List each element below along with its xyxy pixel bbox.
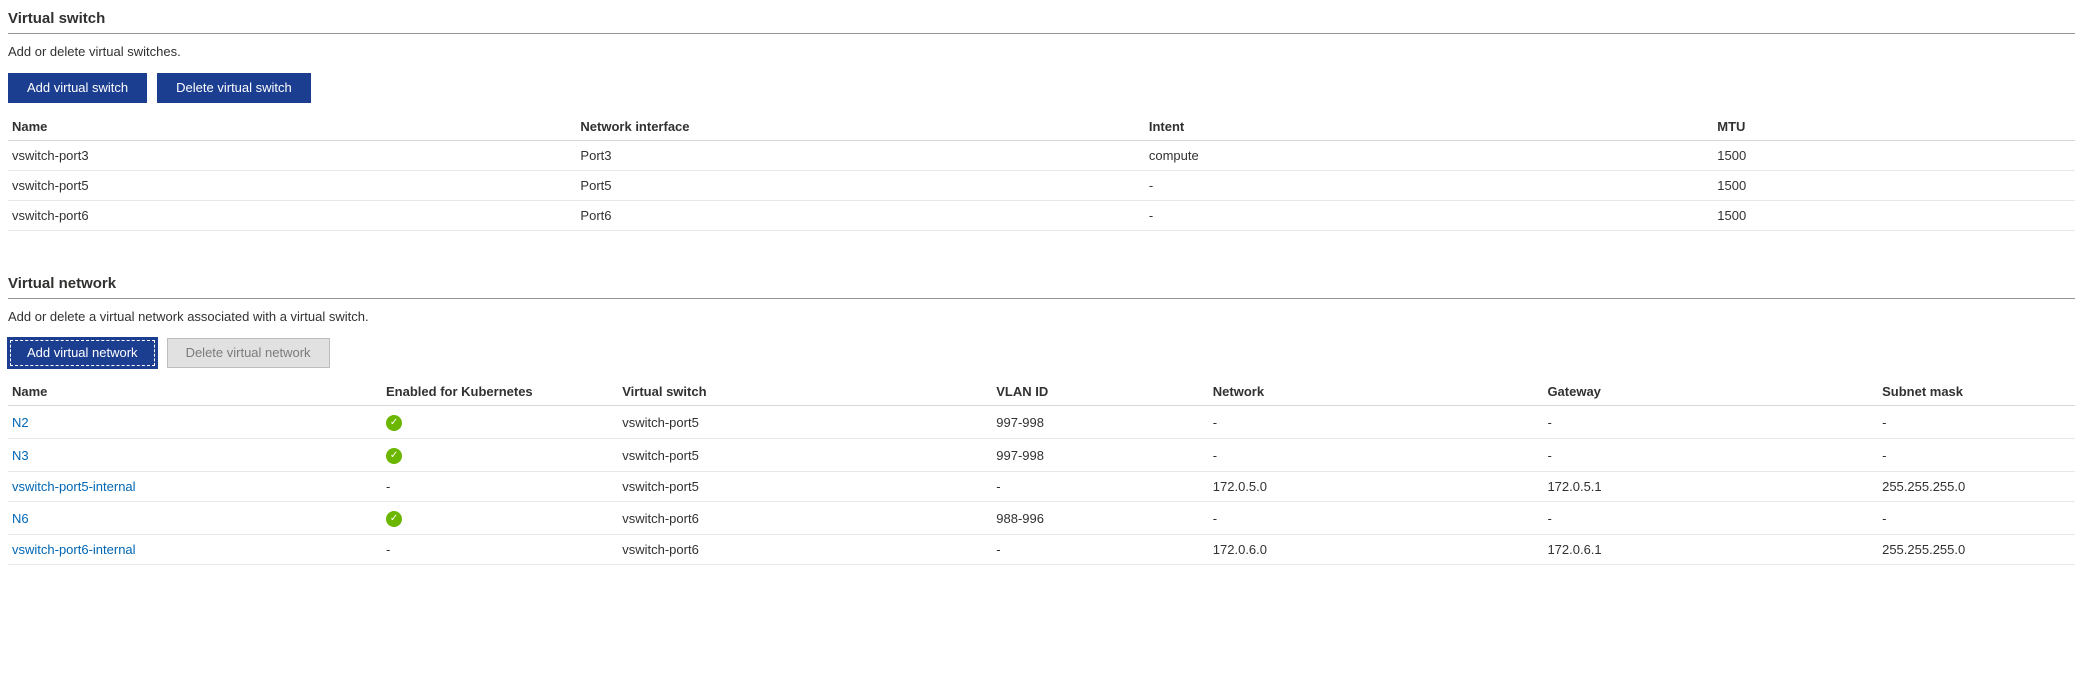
- vnet-link[interactable]: vswitch-port6-internal: [12, 542, 136, 557]
- vswitch-col-nif[interactable]: Network interface: [576, 113, 1144, 141]
- cell-mtu: 1500: [1713, 201, 2075, 231]
- cell-gateway: -: [1543, 439, 1878, 472]
- cell-vswitch: vswitch-port5: [618, 472, 992, 502]
- virtual-network-table: Name Enabled for Kubernetes Virtual swit…: [8, 378, 2075, 565]
- delete-virtual-network-button: Delete virtual network: [167, 338, 330, 368]
- check-icon: [386, 511, 402, 527]
- vswitch-col-mtu[interactable]: MTU: [1713, 113, 2075, 141]
- cell-gateway: 172.0.6.1: [1543, 535, 1878, 565]
- cell-mask: -: [1878, 502, 2075, 535]
- cell-gateway: 172.0.5.1: [1543, 472, 1878, 502]
- cell-intent: -: [1145, 201, 1713, 231]
- check-icon: [386, 415, 402, 431]
- virtual-switch-heading: Virtual switch: [8, 6, 2075, 34]
- cell-name: N2: [8, 406, 382, 439]
- cell-nif: Port6: [576, 201, 1144, 231]
- vnet-link[interactable]: N2: [12, 415, 29, 430]
- vnet-link[interactable]: N3: [12, 448, 29, 463]
- cell-gateway: -: [1543, 406, 1878, 439]
- cell-intent: -: [1145, 171, 1713, 201]
- cell-vlan: -: [992, 472, 1209, 502]
- cell-gateway: -: [1543, 502, 1878, 535]
- table-row[interactable]: N2vswitch-port5997-998---: [8, 406, 2075, 439]
- cell-network: 172.0.6.0: [1209, 535, 1544, 565]
- cell-vswitch: vswitch-port5: [618, 406, 992, 439]
- vnet-col-k8s[interactable]: Enabled for Kubernetes: [382, 378, 618, 406]
- cell-k8s: [382, 502, 618, 535]
- cell-nif: Port3: [576, 141, 1144, 171]
- virtual-network-description: Add or delete a virtual network associat…: [8, 309, 2075, 324]
- virtual-switch-description: Add or delete virtual switches.: [8, 44, 2075, 59]
- table-row[interactable]: vswitch-port5Port5-1500: [8, 171, 2075, 201]
- table-row[interactable]: N6vswitch-port6988-996---: [8, 502, 2075, 535]
- cell-nif: Port5: [576, 171, 1144, 201]
- vnet-link[interactable]: vswitch-port5-internal: [12, 479, 136, 494]
- cell-mtu: 1500: [1713, 141, 2075, 171]
- table-row[interactable]: vswitch-port3Port3compute1500: [8, 141, 2075, 171]
- add-virtual-switch-button[interactable]: Add virtual switch: [8, 73, 147, 103]
- virtual-network-heading: Virtual network: [8, 271, 2075, 299]
- check-icon: [386, 448, 402, 464]
- cell-k8s: -: [382, 472, 618, 502]
- cell-vswitch: vswitch-port5: [618, 439, 992, 472]
- cell-name: N3: [8, 439, 382, 472]
- delete-virtual-switch-button[interactable]: Delete virtual switch: [157, 73, 311, 103]
- table-row[interactable]: N3vswitch-port5997-998---: [8, 439, 2075, 472]
- table-row[interactable]: vswitch-port5-internal-vswitch-port5-172…: [8, 472, 2075, 502]
- cell-vswitch: vswitch-port6: [618, 535, 992, 565]
- cell-vswitch: vswitch-port6: [618, 502, 992, 535]
- cell-name: N6: [8, 502, 382, 535]
- cell-vlan: -: [992, 535, 1209, 565]
- vswitch-col-name[interactable]: Name: [8, 113, 576, 141]
- cell-vlan: 997-998: [992, 406, 1209, 439]
- vnet-col-vlan[interactable]: VLAN ID: [992, 378, 1209, 406]
- cell-network: -: [1209, 439, 1544, 472]
- cell-name: vswitch-port3: [8, 141, 576, 171]
- cell-k8s: [382, 439, 618, 472]
- cell-k8s: [382, 406, 618, 439]
- vnet-col-gateway[interactable]: Gateway: [1543, 378, 1878, 406]
- cell-vlan: 988-996: [992, 502, 1209, 535]
- cell-network: -: [1209, 502, 1544, 535]
- cell-mask: 255.255.255.0: [1878, 472, 2075, 502]
- vnet-link[interactable]: N6: [12, 511, 29, 526]
- vswitch-col-intent[interactable]: Intent: [1145, 113, 1713, 141]
- cell-k8s: -: [382, 535, 618, 565]
- add-virtual-network-button[interactable]: Add virtual network: [8, 338, 157, 368]
- table-row[interactable]: vswitch-port6Port6-1500: [8, 201, 2075, 231]
- vnet-col-name[interactable]: Name: [8, 378, 382, 406]
- cell-name: vswitch-port6: [8, 201, 576, 231]
- cell-network: 172.0.5.0: [1209, 472, 1544, 502]
- cell-network: -: [1209, 406, 1544, 439]
- virtual-switch-table: Name Network interface Intent MTU vswitc…: [8, 113, 2075, 231]
- cell-mask: -: [1878, 439, 2075, 472]
- cell-mask: -: [1878, 406, 2075, 439]
- cell-vlan: 997-998: [992, 439, 1209, 472]
- cell-mask: 255.255.255.0: [1878, 535, 2075, 565]
- cell-name: vswitch-port5-internal: [8, 472, 382, 502]
- vnet-col-vswitch[interactable]: Virtual switch: [618, 378, 992, 406]
- cell-intent: compute: [1145, 141, 1713, 171]
- vnet-col-mask[interactable]: Subnet mask: [1878, 378, 2075, 406]
- table-row[interactable]: vswitch-port6-internal-vswitch-port6-172…: [8, 535, 2075, 565]
- cell-mtu: 1500: [1713, 171, 2075, 201]
- vnet-col-network[interactable]: Network: [1209, 378, 1544, 406]
- cell-name: vswitch-port6-internal: [8, 535, 382, 565]
- cell-name: vswitch-port5: [8, 171, 576, 201]
